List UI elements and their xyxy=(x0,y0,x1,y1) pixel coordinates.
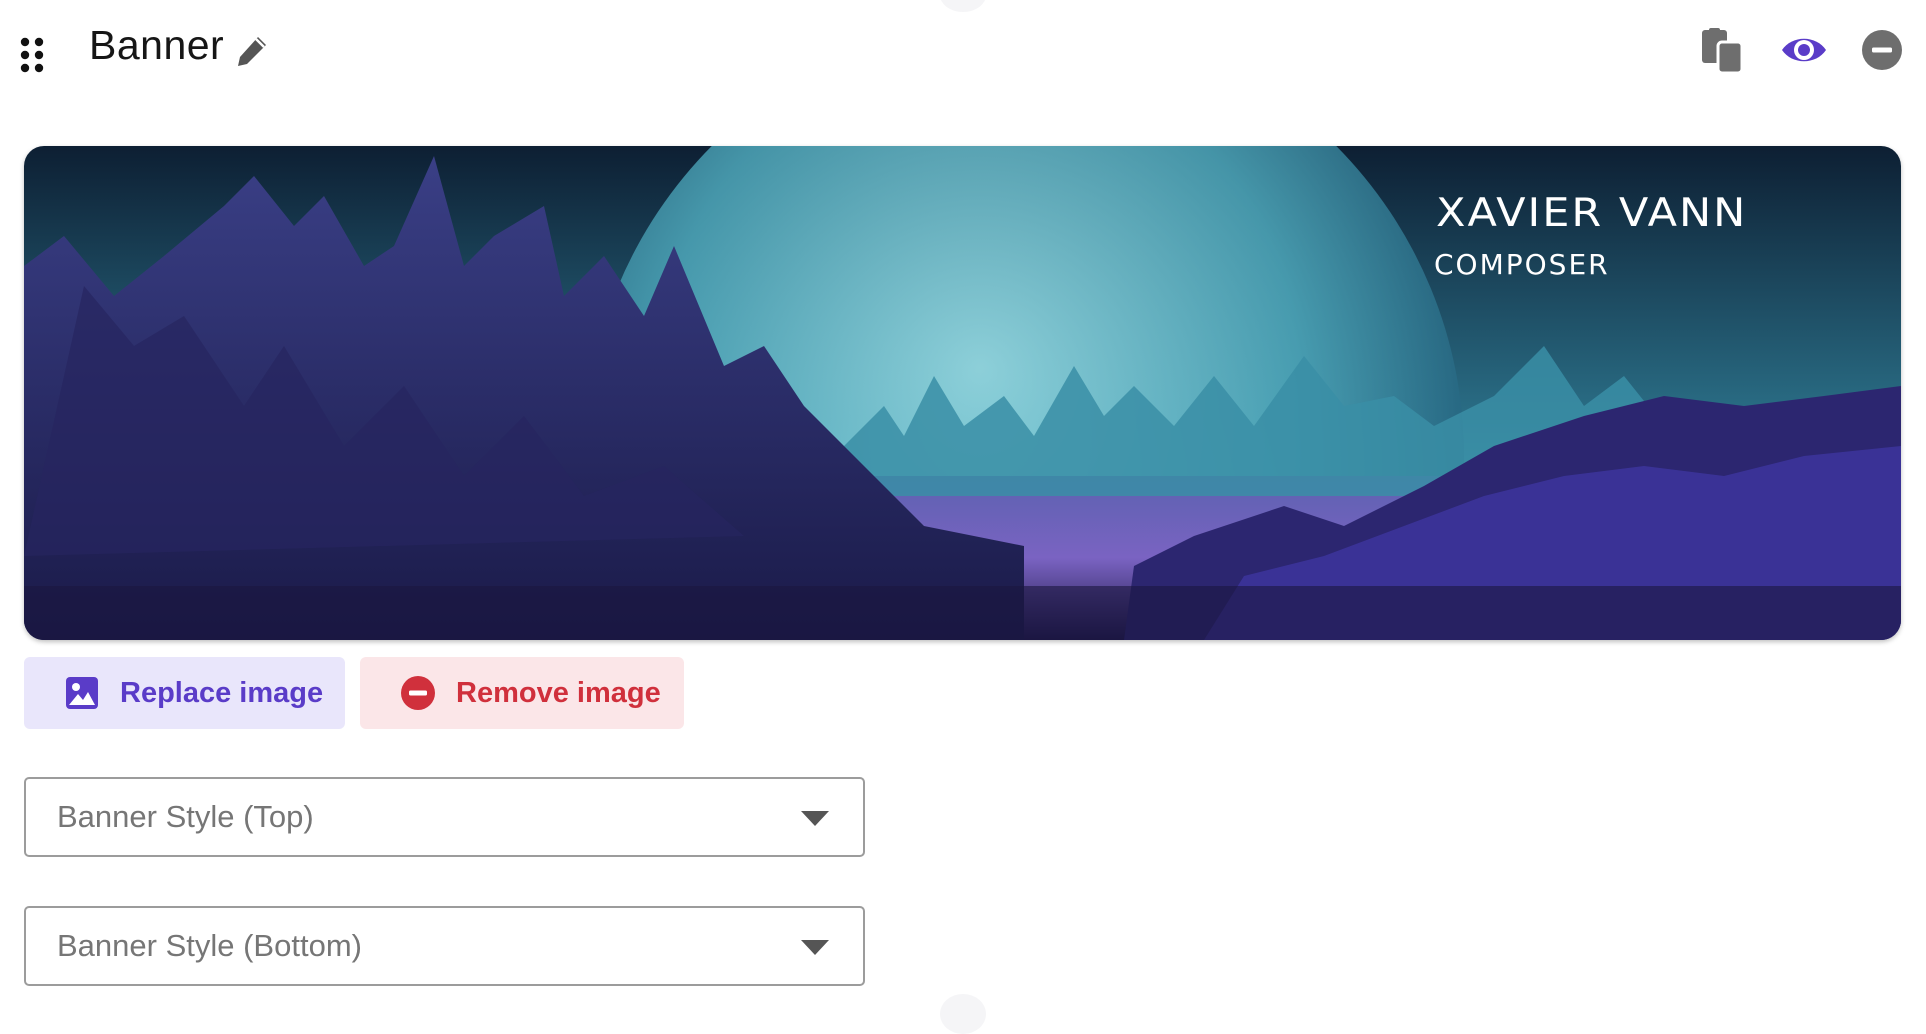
minus-circle-icon xyxy=(400,675,436,711)
banner-style-top-placeholder: Banner Style (Top) xyxy=(57,799,314,834)
remove-image-button[interactable]: Remove image xyxy=(360,657,684,729)
banner-style-bottom-select[interactable]: Banner Style (Bottom) xyxy=(24,906,865,986)
image-icon xyxy=(64,675,100,711)
replace-image-button[interactable]: Replace image xyxy=(24,657,345,729)
banner-artist-name: XAVIER VANN xyxy=(1436,190,1748,236)
copy-icon[interactable] xyxy=(1700,27,1744,75)
remove-image-label: Remove image xyxy=(456,676,661,709)
minus-circle-icon[interactable] xyxy=(1861,29,1903,71)
drag-handle-icon[interactable] xyxy=(18,36,46,74)
banner-style-top-select[interactable]: Banner Style (Top) xyxy=(24,777,865,857)
banner-style-bottom-placeholder: Banner Style (Bottom) xyxy=(57,928,362,963)
bottom-drop-zone-indicator xyxy=(940,994,986,1034)
caret-down-icon xyxy=(799,807,831,829)
caret-down-icon xyxy=(799,936,831,958)
pencil-icon[interactable] xyxy=(234,33,270,69)
top-drop-zone-indicator xyxy=(940,0,986,12)
replace-image-label: Replace image xyxy=(120,676,324,709)
banner-image: XAVIER VANN COMPOSER xyxy=(24,146,1901,640)
eye-icon[interactable] xyxy=(1780,27,1828,73)
block-title: Banner xyxy=(89,22,225,68)
banner-artist-role: COMPOSER xyxy=(1434,248,1610,281)
